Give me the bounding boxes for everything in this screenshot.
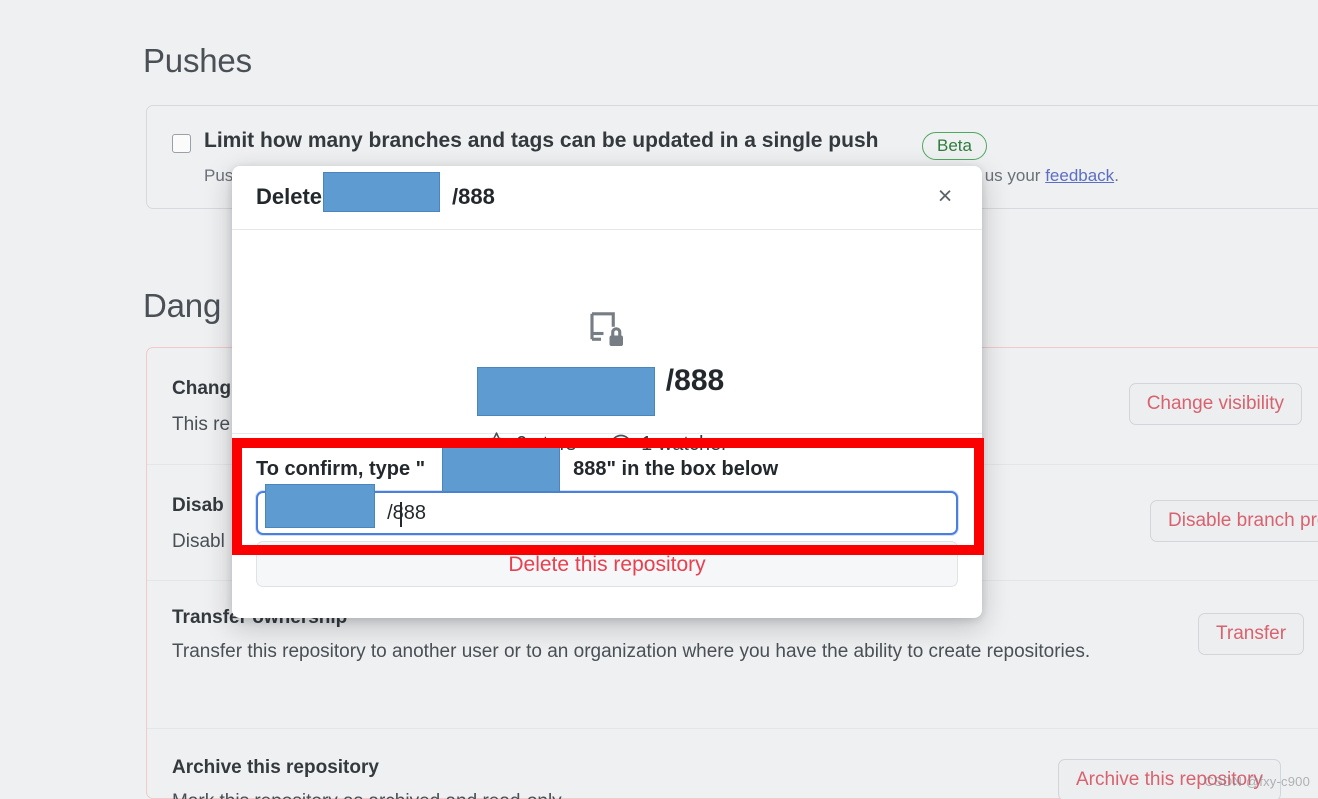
confirm-input-value-suffix: /888 (387, 502, 427, 524)
redaction-box-input (265, 484, 375, 528)
modal-header: Delete/888 × (232, 166, 982, 230)
delete-repository-modal: Delete/888 × /888 1 watcher To confirm, … (232, 166, 982, 618)
delete-repository-button[interactable]: Delete this repository (256, 541, 958, 587)
settings-page: Pushes Limit how many branches and tags … (0, 0, 1318, 799)
modal-title-suffix: /888 (452, 184, 495, 209)
modal-title-prefix: Delete (256, 184, 323, 209)
close-icon[interactable]: × (932, 184, 958, 210)
confirm-label-suffix: 888" in the box below (573, 458, 779, 480)
redaction-box-repo-name (477, 367, 655, 416)
text-caret (400, 502, 402, 527)
repo-name-suffix: /888 (665, 364, 725, 397)
redaction-box-title (323, 172, 440, 212)
modal-body: /888 0 stars (232, 230, 982, 455)
confirm-label-prefix: To confirm, type " (256, 458, 426, 480)
repo-locked-icon (587, 310, 627, 355)
redaction-box-confirm-label (442, 439, 560, 492)
confirm-instruction: To confirm, type " 888" in the box below (256, 458, 958, 481)
